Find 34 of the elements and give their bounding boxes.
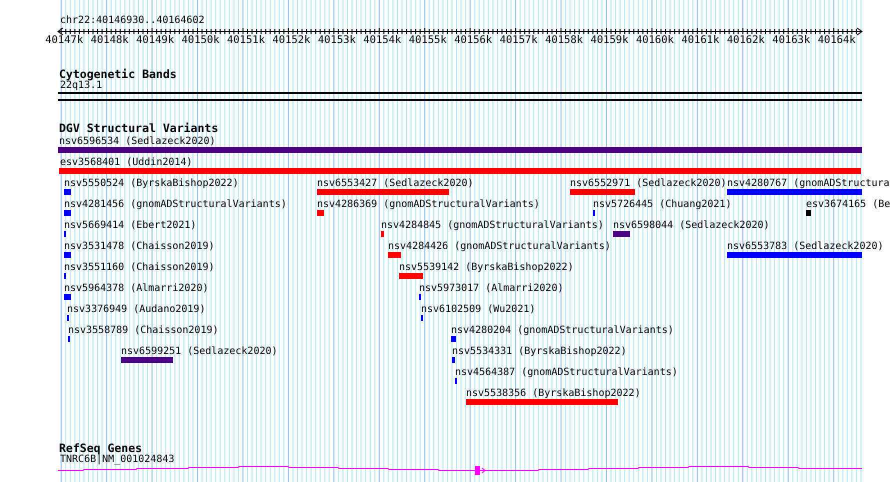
variant-label: nsv6553427 (Sedlazeck2020) bbox=[317, 178, 474, 189]
variant-label: nsv3531478 (Chaisson2019) bbox=[64, 241, 215, 252]
variant-label: nsv5550524 (ByrskaBishop2022) bbox=[64, 178, 239, 189]
location-label: chr22:40146930..40164602 bbox=[60, 15, 204, 26]
variant-label: esv3568401 (Uddin2014) bbox=[60, 157, 192, 168]
variant-label: nsv4280204 (gnomADStructuralVariants) bbox=[451, 325, 674, 336]
variant-label: nsv5726445 (Chuang2021) bbox=[593, 199, 732, 210]
variant-label: nsv4281456 (gnomADStructuralVariants) bbox=[64, 199, 287, 210]
variant-label: nsv5539142 (ByrskaBishop2022) bbox=[399, 262, 574, 273]
variant-label: nsv6102509 (Wu2021) bbox=[421, 304, 536, 315]
gene-label: TNRC6B|NM_001024843 bbox=[60, 454, 174, 465]
band-label: 22q13.1 bbox=[60, 80, 102, 91]
variant-label: nsv3376949 (Audano2019) bbox=[67, 304, 206, 315]
variant-label: nsv6596534 (Sedlazeck2020) bbox=[59, 136, 216, 147]
track-title: RefSeq Genes bbox=[59, 442, 142, 454]
variant-label: nsv4564387 (gnomADStructuralVariants) bbox=[455, 367, 678, 378]
track-title: Cytogenetic Bands bbox=[59, 68, 177, 80]
variant-label: nsv5669414 (Ebert2021) bbox=[64, 220, 196, 231]
variant-label: nsv6552971 (Sedlazeck2020) bbox=[570, 178, 727, 189]
variant-label: nsv6598044 (Sedlazeck2020) bbox=[613, 220, 770, 231]
variant-label: nsv4284426 (gnomADStructuralVariants) bbox=[388, 241, 611, 252]
variant-label: nsv6553783 (Sedlazeck2020) bbox=[727, 241, 884, 252]
variant-label: nsv6599251 (Sedlazeck2020) bbox=[121, 346, 278, 357]
variant-label: nsv5538356 (ByrskaBishop2022) bbox=[466, 388, 641, 399]
variant-label: nsv5964378 (Almarri2020) bbox=[64, 283, 208, 294]
variant-label: nsv4286369 (gnomADStructuralVariants) bbox=[317, 199, 540, 210]
variant-label: nsv3551160 (Chaisson2019) bbox=[64, 262, 215, 273]
track-title: DGV Structural Variants bbox=[59, 122, 218, 134]
variant-label: nsv4280767 (gnomADStructura bbox=[727, 178, 890, 189]
variant-label: nsv5973017 (Almarri2020) bbox=[419, 283, 564, 294]
variant-label: nsv4284845 (gnomADStructuralVariants) bbox=[381, 220, 604, 231]
variant-label: nsv5534331 (ByrskaBishop2022) bbox=[452, 346, 627, 357]
variant-label: esv3674165 (Be bbox=[806, 199, 890, 210]
variant-label: nsv3558789 (Chaisson2019) bbox=[68, 325, 219, 336]
